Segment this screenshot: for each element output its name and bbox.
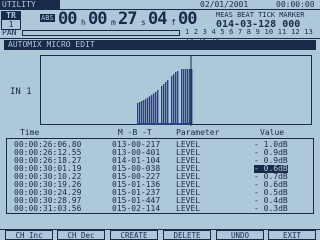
col-header-mbt: M -B -T [118,128,152,137]
window-title: AUTOMIX MICRO EDIT [4,40,316,50]
undo-button[interactable]: UNDO [216,230,264,240]
pan-strip[interactable] [22,30,180,46]
exit-button[interactable]: EXIT [268,230,316,240]
hours-unit: h [81,18,86,27]
ch-inc-button[interactable]: CH Inc [5,230,53,240]
screen-title: UTILITY [0,0,60,9]
timecode-minutes: 00 [88,9,108,29]
input-label: IN 1 [10,87,32,97]
create-button[interactable]: CREATE [110,230,158,240]
date-display: 02/01/2001 [200,0,249,9]
col-header-time: Time [20,128,40,137]
track-label: TR [1,11,21,20]
automation-graph[interactable] [40,55,312,126]
timecode-hours: 00 [58,9,78,29]
seconds-unit: s [141,18,146,27]
timecode-seconds: 27 [118,9,138,29]
divider [0,38,320,39]
table-row[interactable]: 00:00:31:03.56 015-02-114 LEVEL - 0.3dB [14,205,304,213]
col-header-value: Value [260,128,285,137]
pan-label: PAN [2,28,17,37]
frames-unit: f [171,18,176,27]
clock-display: 00:00:00 [276,0,315,9]
timecode-frames: 04 [148,9,168,29]
abs-badge: ABS [40,14,55,22]
ch-dec-button[interactable]: CH Dec [57,230,105,240]
row-value: - 0.3dB [254,204,288,213]
minutes-unit: m [111,18,116,27]
col-header-parameter: Parameter [176,128,220,137]
row-parameter: LEVEL [176,204,201,213]
waveform [137,56,193,126]
delete-button[interactable]: DELETE [163,230,211,240]
lcd-screen: UTILITY 02/01/2001 00:00:00 TR 1 ABS 00 … [0,0,320,240]
row-mbt: 015-02-114 [112,204,161,213]
position-header: MEAS BEAT TICK MARKER [216,11,305,19]
row-time: 00:00:31:03.56 [14,204,82,213]
timecode-subframes: 00 [178,9,198,29]
